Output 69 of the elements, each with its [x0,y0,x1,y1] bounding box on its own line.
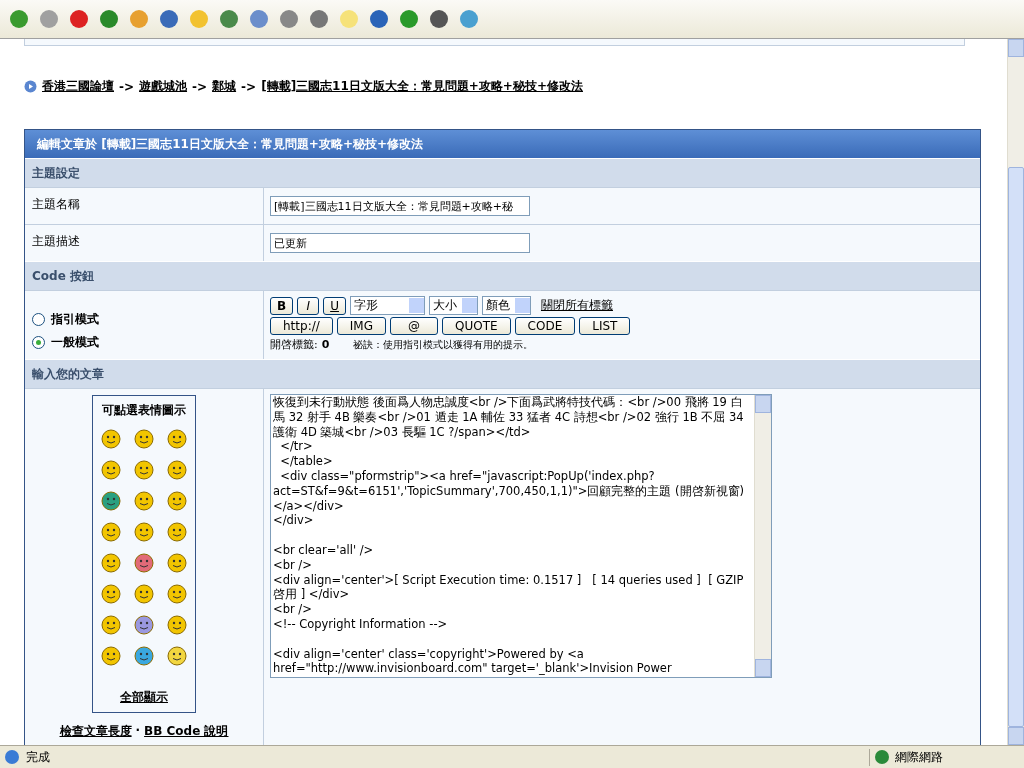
emoticon-icon[interactable] [134,491,154,511]
zone-text: 網際網路 [895,748,943,766]
radio-button[interactable] [32,336,45,349]
format-button[interactable]: U [323,296,346,315]
emoticon-icon[interactable] [167,646,187,666]
section-header: Code 按鈕 [25,261,980,290]
format-button[interactable]: B [270,296,294,315]
check-length-link[interactable]: 檢查文章長度 [59,723,132,740]
emoticon-icon[interactable] [167,491,187,511]
breadcrumb-link[interactable]: [轉載]三國志11日文版大全：常見問題+攻略+秘技+修改法 [261,78,583,95]
close-all-tags-link[interactable]: 關閉所有標籤 [540,297,613,314]
field-label: 主題名稱 [32,196,80,213]
breadcrumb-separator: -> [241,79,257,94]
text-input[interactable]: 已更新 [270,233,530,253]
post-textarea[interactable]: 恢復到未行動狀態 後面爲人物忠誠度<br />下面爲武將特技代碼：<br />00 飛將 19 白馬 32 射手 4B 樂奏<br />01 遁走 1A 輔佐 33 猛者 4C 詩想<br />02 強行 1B 不屈 34 護衛 4D 築城<br />03 長驅 1C ?/span></td> </tr> </table> <div class="pformstrip"><a href="javascript:PopUp('index.php?act=ST&f=9&t=6151','TopicSummary',700,450,1,1)">回顧完整的主題 (開啓新視窗)</a></div> </div> <br clear='all' /> <br /> <div align='center'>[ Script Execution time: 0.1517 ] [ 14 queries used ] [ GZIP 啓用 ] </div> <br /> <!-- Copyright Information --> <div align='center' class='copyright'>Powered by <a href="http://www.invisionboard.com" target='_blank'>Invision Power [270,394,772,678]
bbcode-help-link[interactable]: BB Code 說明 [144,723,229,740]
tag-button[interactable]: CODE [514,317,576,335]
section-header: 輸入您的文章 [25,359,980,388]
tag-button[interactable]: IMG [336,317,386,335]
breadcrumb-link[interactable]: 香港三國論壇 [42,78,114,95]
open-tags-count: 0 [321,338,330,351]
emoticon-icon[interactable] [134,584,154,604]
emoticon-icon[interactable] [134,553,154,573]
emoticon-icon[interactable] [167,460,187,480]
emoticon-icon[interactable] [167,522,187,542]
emoticon-icon[interactable] [134,522,154,542]
emoticon-icon[interactable] [134,615,154,635]
emoticon-icon[interactable] [167,584,187,604]
emoticon-icon[interactable] [134,460,154,480]
show-all-link[interactable]: 全部顯示 [120,689,168,706]
tag-button[interactable]: QUOTE [441,317,511,335]
tag-button[interactable]: LIST [579,317,631,335]
status-text: 完成 [26,748,50,766]
breadcrumb-link[interactable]: 遊戲城池 [139,78,188,95]
section-header: 主題設定 [25,158,980,187]
field-label: 主題描述 [32,233,80,250]
radio-label[interactable]: 指引模式 [51,311,99,328]
text-input[interactable]: [轉載]三國志11日文版大全：常見問題+攻略+秘 [270,196,530,216]
scrollbar[interactable] [1007,39,1024,745]
tag-button[interactable]: @ [389,317,438,335]
emoticon-icon[interactable] [167,615,187,635]
format-button[interactable]: I [297,296,320,315]
dropdown[interactable]: 字形 [349,296,425,315]
radio-button[interactable] [32,313,45,326]
radio-label[interactable]: 一般模式 [51,334,99,351]
emoticon-icon[interactable] [167,429,187,449]
emoticon-icon[interactable] [101,646,121,666]
emoticon-icon[interactable] [101,460,121,480]
emoticon-icon[interactable] [101,615,121,635]
tip-text: 祕訣：使用指引模式以獲得有用的提示。 [353,337,534,352]
emoticon-icon[interactable] [167,553,187,573]
dropdown[interactable]: 顏色 [481,296,531,315]
breadcrumb-separator: -> [192,79,208,94]
emoticon-icon[interactable] [101,491,121,511]
emoticon-icon[interactable] [101,553,121,573]
link-separator: · [135,723,141,739]
emoticon-icon[interactable] [101,584,121,604]
emoticon-title: 可點選表情圖示 [102,402,186,419]
breadcrumb-link[interactable]: 鄴城 [212,78,237,95]
emoticon-icon[interactable] [101,522,121,542]
emoticon-icon[interactable] [134,429,154,449]
breadcrumb-separator: -> [119,79,135,94]
dropdown[interactable]: 大小 [428,296,478,315]
emoticon-icon[interactable] [101,429,121,449]
form-title: 編輯文章於 [轉載]三國志11日文版大全：常見問題+攻略+秘技+修改法 [25,130,980,158]
open-tags-label: 開啓標籤: [270,337,318,352]
bullet-icon [24,80,37,93]
tag-button[interactable]: http:// [270,317,333,335]
emoticon-icon[interactable] [134,646,154,666]
